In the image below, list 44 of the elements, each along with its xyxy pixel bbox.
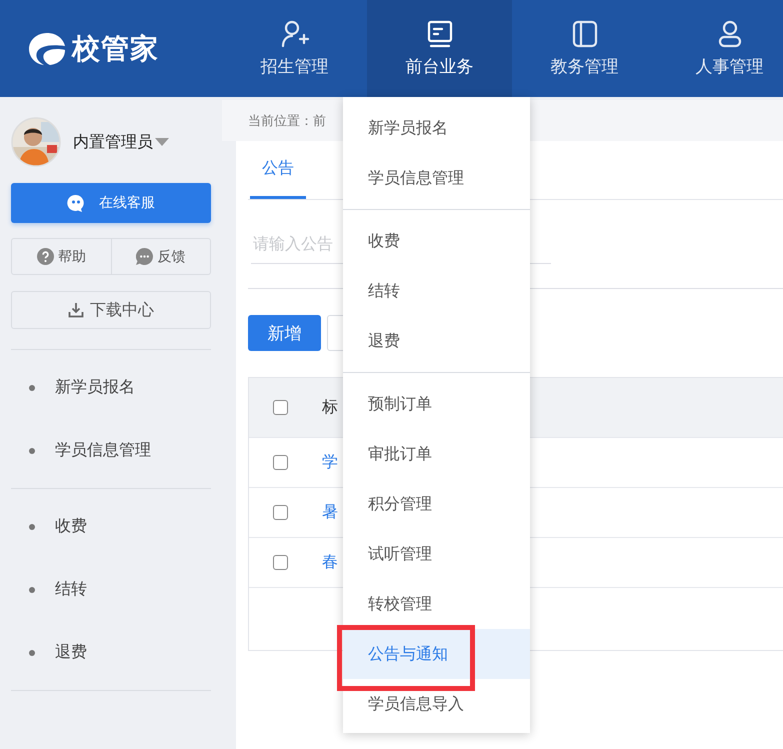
sidebar-item[interactable]: 学员信息管理 <box>11 419 211 482</box>
title-link[interactable]: 春 <box>322 552 338 573</box>
column-header: 标 <box>322 397 338 418</box>
logo-icon <box>26 30 68 66</box>
sidebar-item[interactable]: 收费 <box>11 495 211 558</box>
dropdown-item[interactable]: 退费 <box>343 316 530 366</box>
checkbox[interactable] <box>273 455 288 470</box>
nav-tab[interactable]: 人事管理 <box>657 0 783 97</box>
chat-face-icon <box>67 194 85 212</box>
sidebar-item[interactable]: 退费 <box>11 621 211 684</box>
dropdown-item[interactable]: 积分管理 <box>343 479 530 529</box>
nav-tab[interactable]: 前台业务 <box>367 0 512 97</box>
caret-icon[interactable] <box>155 138 169 146</box>
sidebar-item[interactable]: 结转 <box>11 558 211 621</box>
title-link[interactable]: 学 <box>322 452 338 473</box>
tab[interactable]: 公告 <box>250 141 306 199</box>
dropdown-item[interactable]: 预制订单 <box>343 379 530 429</box>
checkbox[interactable] <box>273 555 288 570</box>
nav-tab[interactable]: 招生管理 <box>222 0 367 97</box>
checkbox[interactable] <box>273 505 288 520</box>
dropdown-item[interactable]: 学员信息管理 <box>343 153 530 203</box>
logo-text: 校管家 <box>72 30 159 66</box>
dropdown-item[interactable]: 审批订单 <box>343 429 530 479</box>
add-button[interactable]: 新增 <box>248 315 321 351</box>
checkbox[interactable] <box>273 400 288 415</box>
dropdown-item[interactable]: 学员信息导入 <box>343 679 530 729</box>
help-bar-button[interactable]: 反馈 <box>112 238 211 275</box>
download-center-button[interactable]: 下载中心 <box>11 291 211 329</box>
nav-tab[interactable]: 教务管理 <box>512 0 657 97</box>
sidebar-item[interactable]: 新学员报名 <box>11 356 211 419</box>
online-service-button[interactable]: 在线客服 <box>11 183 211 223</box>
user-name[interactable]: 内置管理员 <box>73 132 153 152</box>
dropdown-item[interactable]: 公告与通知 <box>343 629 530 679</box>
dropdown-item[interactable]: 收费 <box>343 216 530 266</box>
dropdown-item[interactable]: 新学员报名 <box>343 103 530 153</box>
chat-bubble-icon <box>136 248 154 265</box>
help-bar-button[interactable]: 帮助 <box>11 238 112 275</box>
title-link[interactable]: 暑 <box>322 502 338 523</box>
dropdown-item[interactable]: 结转 <box>343 266 530 316</box>
help-icon <box>36 248 54 265</box>
dropdown-item[interactable]: 试听管理 <box>343 529 530 579</box>
user-plus-icon <box>280 19 310 49</box>
dropdown-item[interactable]: 转校管理 <box>343 579 530 629</box>
download-icon <box>68 302 84 318</box>
